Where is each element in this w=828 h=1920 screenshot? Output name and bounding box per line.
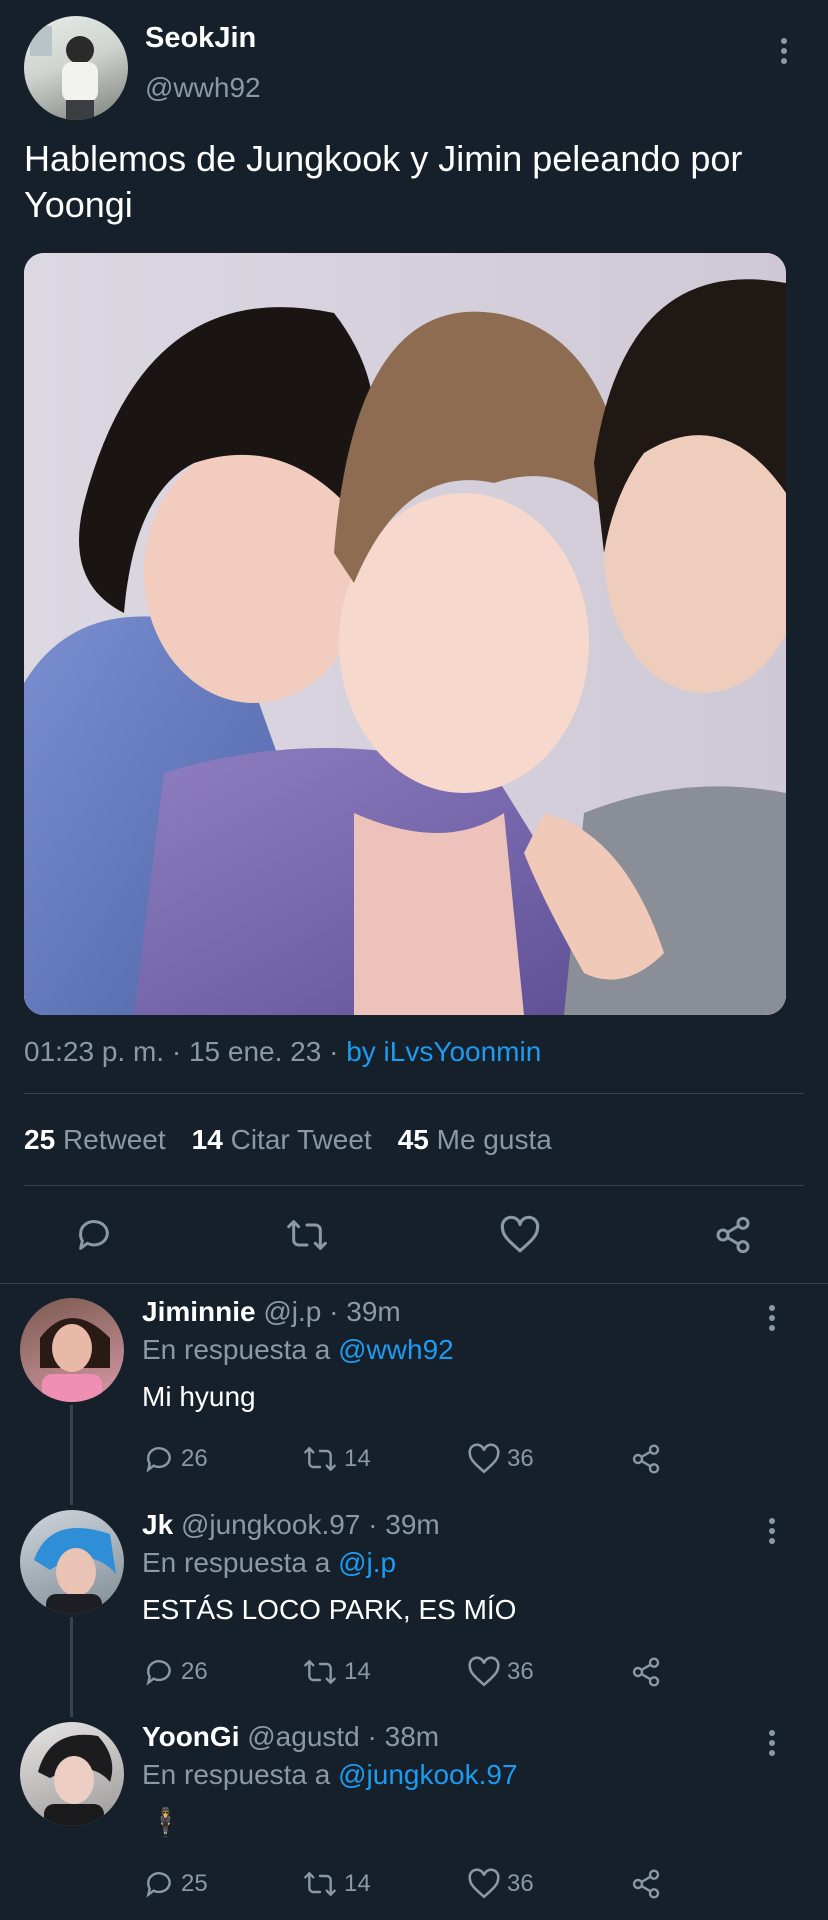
reply-text-2: ESTÁS LOCO PARK, ES MÍO [142, 1594, 517, 1625]
reply-comment-count-2: 26 [181, 1658, 208, 1685]
reply-author-2[interactable]: Jk [142, 1509, 173, 1540]
reply-retweet-count-1: 14 [344, 1445, 371, 1472]
reply-retweet-2[interactable]: 14 [302, 1656, 371, 1688]
retweet-icon[interactable] [285, 1215, 329, 1255]
like-count: 45 [397, 1124, 429, 1155]
tweet-stats: 25 Retweet 14 Citar Tweet 45 Me gusta [24, 1124, 552, 1156]
reply-prefix-3: En respuesta a [142, 1759, 331, 1790]
tweet-time: 01:23 p. m. · 15 ene. 23 · [24, 1036, 347, 1067]
reply-time-2: · 39m [368, 1509, 440, 1540]
reply-comment-count-1: 26 [181, 1445, 208, 1472]
thread-line-1 [70, 1405, 73, 1505]
tweet-more-icon[interactable] [780, 38, 788, 68]
comment-icon [146, 1660, 171, 1686]
reply-comment-2[interactable]: 26 [143, 1656, 208, 1688]
retweet-icon [304, 1872, 336, 1896]
reply-context-2: En respuesta a @j.p [142, 1547, 396, 1579]
reply-avatar-figure-3 [38, 1734, 113, 1826]
reply-context-1: En respuesta a @wwh92 [142, 1334, 454, 1366]
like-label: Me gusta [436, 1124, 552, 1155]
reply-share-icon-2[interactable] [630, 1656, 662, 1693]
reply-header-1: Jiminnie @j.p · 39m [142, 1296, 401, 1328]
retweet-label: Retweet [62, 1124, 166, 1155]
photo-illustration [24, 253, 786, 1015]
tweet-source-link[interactable]: by iLvsYoonmin [346, 1036, 541, 1067]
author-handle[interactable]: @wwh92 [145, 72, 261, 104]
like-icon[interactable] [499, 1215, 541, 1255]
reply-share-icon-1[interactable] [630, 1443, 662, 1480]
reply-avatar-2[interactable] [20, 1510, 124, 1614]
reply-more-icon-3[interactable] [768, 1730, 776, 1760]
thread-line-2 [70, 1617, 73, 1717]
divider-middle [24, 1185, 804, 1186]
reply-like-3[interactable]: 36 [467, 1868, 534, 1900]
author-avatar[interactable] [24, 16, 128, 120]
reply-avatar-figure-1 [40, 1318, 110, 1402]
author-name[interactable]: SeokJin [145, 22, 256, 55]
reply-time-3: · 38m [367, 1721, 440, 1752]
reply-avatar-3[interactable] [20, 1722, 124, 1826]
retweet-icon [304, 1447, 336, 1471]
reply-comment-count-3: 25 [181, 1870, 208, 1897]
retweet-icon [304, 1660, 336, 1684]
quote-count: 14 [191, 1124, 223, 1155]
reply-header-2: Jk @jungkook.97 · 39m [142, 1509, 440, 1541]
reply-retweet-count-3: 14 [344, 1870, 371, 1897]
reply-comment-3[interactable]: 25 [143, 1868, 208, 1900]
reply-header-3: YoonGi @agustd · 38m [142, 1721, 439, 1753]
reply-to-link-2[interactable]: @j.p [338, 1547, 396, 1578]
heart-icon [468, 1443, 500, 1474]
reply-like-count-1: 36 [507, 1445, 534, 1472]
like-stat[interactable]: 45 Me gusta [398, 1124, 552, 1156]
quote-label: Citar Tweet [230, 1124, 372, 1155]
reply-avatar-figure-2 [34, 1527, 116, 1614]
reply-icon[interactable] [74, 1215, 114, 1255]
reply-like-count-2: 36 [507, 1658, 534, 1685]
retweet-count: 25 [24, 1124, 56, 1155]
comment-icon [146, 1447, 171, 1473]
reply-time-1: · 39m [329, 1296, 401, 1327]
reply-author-3[interactable]: YoonGi [142, 1721, 239, 1752]
reply-comment-1[interactable]: 26 [143, 1443, 208, 1475]
comment-icon [146, 1872, 171, 1898]
heart-icon [468, 1868, 500, 1899]
reply-more-icon-2[interactable] [768, 1518, 776, 1548]
heart-icon [468, 1656, 500, 1687]
reply-author-1[interactable]: Jiminnie [142, 1296, 256, 1327]
reply-retweet-count-2: 14 [344, 1658, 371, 1685]
reply-handle-2[interactable]: @jungkook.97 [181, 1509, 360, 1540]
reply-prefix-1: En respuesta a [142, 1334, 331, 1365]
retweet-stat[interactable]: 25 Retweet [24, 1124, 166, 1156]
reply-context-3: En respuesta a @jungkook.97 [142, 1759, 518, 1791]
reply-handle-1[interactable]: @j.p [263, 1296, 321, 1327]
tweet-timestamp: 01:23 p. m. · 15 ene. 23 · by iLvsYoonmi… [24, 1036, 541, 1068]
reply-like-count-3: 36 [507, 1870, 534, 1897]
reply-retweet-3[interactable]: 14 [302, 1868, 371, 1900]
tweet-photo[interactable] [24, 253, 786, 1015]
reply-text-1: Mi hyung [142, 1381, 256, 1412]
reply-prefix-2: En respuesta a [142, 1547, 331, 1578]
reply-handle-3[interactable]: @agustd [247, 1721, 360, 1752]
reply-text-3: 🕴 [148, 1807, 183, 1838]
divider-top [24, 1093, 804, 1094]
reply-more-icon-1[interactable] [768, 1305, 776, 1335]
reply-avatar-1[interactable] [20, 1298, 124, 1402]
quote-stat[interactable]: 14 Citar Tweet [192, 1124, 372, 1156]
avatar-figure [30, 26, 98, 120]
reply-retweet-1[interactable]: 14 [302, 1443, 371, 1475]
reply-like-2[interactable]: 36 [467, 1656, 534, 1688]
reply-to-link-1[interactable]: @wwh92 [338, 1334, 454, 1365]
reply-share-icon-3[interactable] [630, 1868, 662, 1905]
reply-to-link-3[interactable]: @jungkook.97 [338, 1759, 517, 1790]
reply-like-1[interactable]: 36 [467, 1443, 534, 1475]
tweet-text: Hablemos de Jungkook y Jimin peleando po… [24, 138, 743, 225]
share-icon[interactable] [713, 1215, 753, 1255]
divider-full [0, 1283, 828, 1284]
